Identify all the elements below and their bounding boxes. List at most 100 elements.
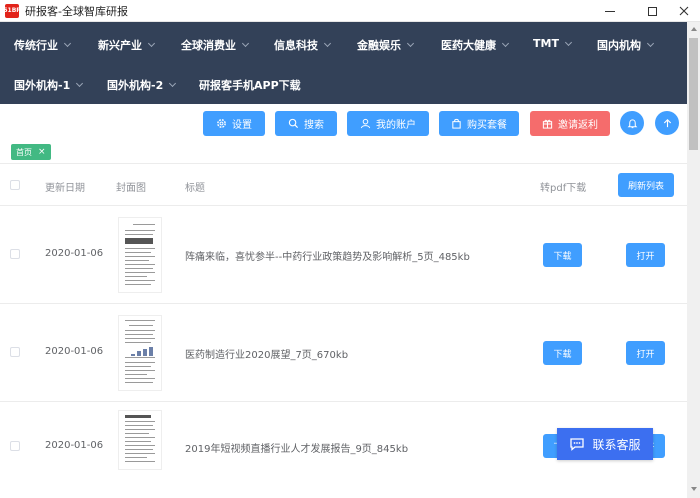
header-title: 标题 — [185, 183, 205, 194]
contact-support-button[interactable]: 联系客服 — [557, 428, 653, 460]
close-icon — [679, 6, 689, 16]
open-label: 打开 — [636, 251, 655, 262]
triangle-up-icon — [690, 27, 697, 31]
shopping-bag-icon — [452, 118, 461, 129]
nav-item-tmt[interactable]: TMT — [533, 37, 572, 50]
row-title[interactable]: 医药制造行业2020展望_7页_670kb — [185, 346, 348, 361]
cover-thumbnail[interactable] — [118, 410, 162, 470]
invite-rebate-button[interactable]: 邀请返利 — [530, 111, 610, 136]
select-all-checkbox[interactable] — [10, 180, 20, 190]
refresh-list-label: 刷新列表 — [627, 181, 664, 192]
nav-item-label: 全球消费业 — [181, 39, 236, 52]
arrow-up-icon — [663, 118, 671, 127]
chevron-down-icon — [646, 39, 655, 48]
invite-rebate-label: 邀请返利 — [558, 120, 598, 131]
open-label: 打开 — [636, 349, 655, 360]
gift-icon — [542, 119, 553, 129]
row-title[interactable]: 2019年短视频直播行业人才发展报告_9页_845kb — [185, 440, 408, 455]
window-title: 研报客-全球智库研报 — [25, 4, 128, 18]
chevron-down-icon — [501, 39, 510, 48]
nav-item-app-download[interactable]: 研报客手机APP下载 — [199, 77, 301, 93]
divider — [0, 163, 687, 164]
open-button[interactable]: 打开 — [626, 243, 665, 267]
chevron-down-icon — [241, 39, 250, 48]
row-checkbox[interactable] — [10, 441, 20, 451]
triangle-down-icon — [690, 487, 697, 491]
nav-item-traditional[interactable]: 传统行业 — [14, 37, 72, 53]
row-checkbox[interactable] — [10, 249, 20, 259]
scrollbar-thumb[interactable] — [689, 38, 698, 150]
row-date: 2020-01-06 — [45, 440, 104, 451]
nav-item-label: 国内机构 — [597, 39, 641, 52]
row-divider — [0, 303, 687, 304]
nav-item-foreign-1[interactable]: 国外机构-1 — [14, 77, 84, 93]
chevron-down-icon — [564, 38, 572, 46]
row-date: 2020-01-06 — [45, 346, 104, 357]
tab-home[interactable]: 首页 × — [11, 144, 51, 160]
chevron-down-icon — [406, 39, 415, 48]
nav-item-it[interactable]: 信息科技 — [274, 37, 332, 53]
chat-icon — [570, 438, 585, 451]
nav-item-label: 新兴产业 — [98, 39, 142, 52]
header-date: 更新日期 — [45, 183, 85, 194]
buy-package-button[interactable]: 购买套餐 — [439, 111, 519, 136]
close-button[interactable] — [666, 0, 700, 22]
account-label: 我的账户 — [376, 120, 416, 131]
row-date: 2020-01-06 — [45, 248, 104, 259]
download-label: 下载 — [553, 349, 572, 360]
refresh-list-button[interactable]: 刷新列表 — [618, 173, 674, 197]
cover-thumbnail[interactable] — [118, 217, 162, 293]
search-icon — [288, 118, 299, 129]
download-button[interactable]: 下载 — [543, 243, 582, 267]
header-pdf: 转pdf下载 — [540, 183, 587, 194]
bell-icon — [627, 118, 637, 128]
nav-item-label: 国外机构-2 — [107, 79, 164, 92]
minimize-icon — [605, 10, 615, 12]
download-button[interactable]: 下载 — [543, 341, 582, 365]
nav-item-finance[interactable]: 金融娱乐 — [357, 37, 415, 53]
chevron-down-icon — [323, 39, 332, 48]
chevron-down-icon — [76, 79, 84, 88]
chevron-down-icon — [63, 39, 72, 48]
scroll-top-button[interactable] — [655, 111, 679, 135]
settings-label: 设置 — [232, 120, 252, 131]
maximize-button[interactable] — [634, 0, 670, 22]
maximize-icon — [647, 6, 657, 16]
row-divider — [0, 205, 687, 206]
nav-item-foreign-2[interactable]: 国外机构-2 — [107, 77, 177, 93]
row-title[interactable]: 阵痛来临，喜忧参半--中药行业政策趋势及影响解析_5页_485kb — [185, 248, 470, 263]
user-icon — [360, 118, 371, 129]
top-nav: 传统行业 新兴产业 全球消费业 信息科技 金融娱乐 医药大健康 TMT 国内机构… — [0, 22, 687, 104]
nav-item-emerging[interactable]: 新兴产业 — [98, 37, 156, 53]
gear-icon — [217, 119, 226, 128]
nav-item-label: 研报客手机APP下载 — [199, 79, 301, 92]
scroll-up-arrow[interactable] — [687, 22, 700, 36]
row-divider — [0, 401, 687, 402]
contact-support-label: 联系客服 — [592, 437, 641, 452]
cover-thumbnail[interactable] — [118, 315, 162, 391]
nav-item-label: 国外机构-1 — [14, 79, 71, 92]
download-label: 下载 — [553, 251, 572, 262]
minimize-button[interactable] — [592, 0, 628, 22]
header-cover: 封面图 — [116, 183, 146, 194]
buy-package-label: 购买套餐 — [467, 120, 507, 131]
nav-item-consumer[interactable]: 全球消费业 — [181, 37, 250, 53]
chevron-down-icon — [169, 79, 177, 88]
notification-button[interactable] — [620, 111, 644, 135]
nav-item-health[interactable]: 医药大健康 — [441, 37, 510, 53]
row-checkbox[interactable] — [10, 347, 20, 357]
nav-item-label: 医药大健康 — [441, 39, 496, 52]
search-label: 搜索 — [304, 120, 324, 131]
tab-home-label: 首页 — [16, 147, 32, 157]
open-button[interactable]: 打开 — [626, 341, 665, 365]
settings-button[interactable]: 设置 — [203, 111, 265, 136]
nav-item-label: TMT — [533, 37, 559, 50]
nav-item-label: 信息科技 — [274, 39, 318, 52]
nav-item-domestic[interactable]: 国内机构 — [597, 37, 655, 53]
account-button[interactable]: 我的账户 — [347, 111, 429, 136]
nav-item-label: 金融娱乐 — [357, 39, 401, 52]
nav-item-label: 传统行业 — [14, 39, 58, 52]
search-button[interactable]: 搜索 — [275, 111, 337, 136]
scroll-down-arrow[interactable] — [687, 482, 700, 496]
tab-close-icon[interactable]: × — [38, 147, 46, 157]
